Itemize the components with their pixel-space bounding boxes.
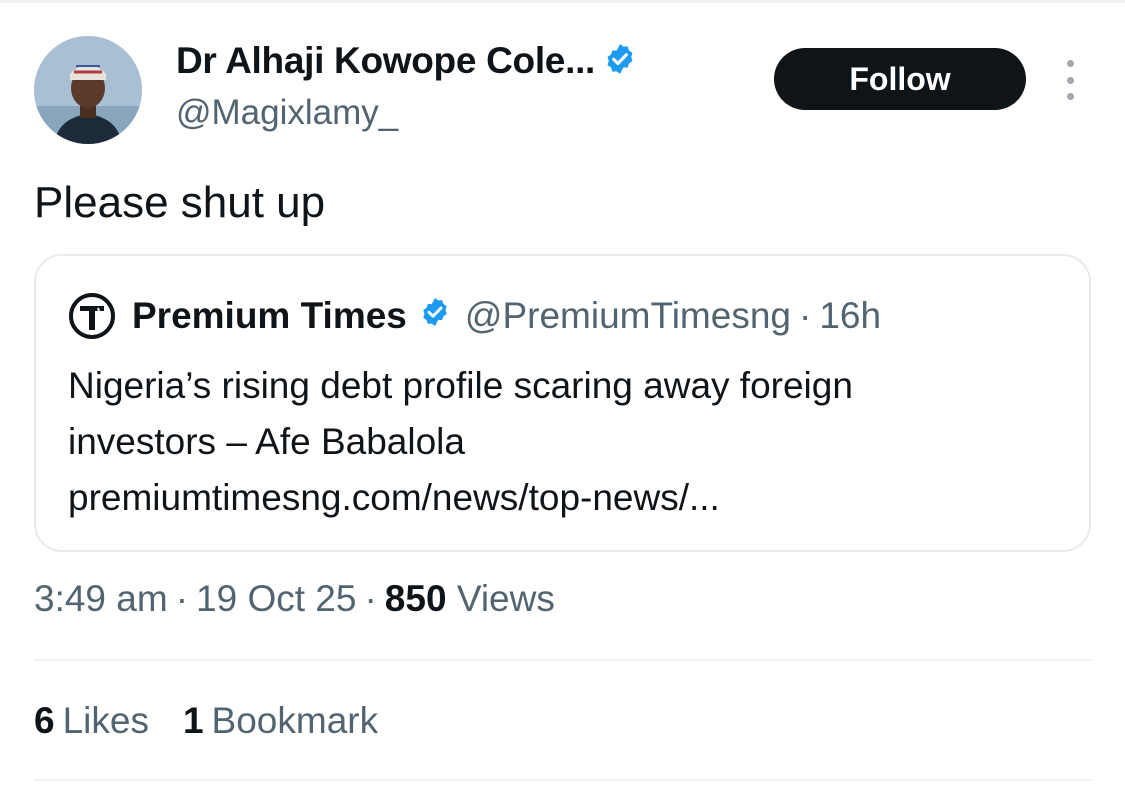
meta-separator: · <box>175 578 189 619</box>
top-divider <box>0 0 1125 3</box>
quote-header: Premium Times @PremiumTimesng · 16h <box>68 292 881 340</box>
quote-text-line-1: Nigeria’s rising debt profile scaring aw… <box>68 365 853 406</box>
quote-verified-badge-icon <box>419 295 451 337</box>
quote-author-name[interactable]: Premium Times <box>132 295 407 337</box>
more-vertical-icon[interactable] <box>1056 60 1084 100</box>
views-count: 850 <box>384 578 447 619</box>
quote-separator: · <box>798 295 812 336</box>
meta-separator: · <box>364 578 377 619</box>
quote-body: Nigeria’s rising debt profile scaring aw… <box>68 358 853 526</box>
divider <box>34 659 1091 661</box>
quoted-tweet-card[interactable]: Premium Times @PremiumTimesng · 16h Nige… <box>34 254 1091 552</box>
author-display-name[interactable]: Dr Alhaji Kowope Cole... <box>176 40 595 82</box>
engagement-stats: 6 Likes 1 Bookmark <box>34 700 412 742</box>
views-label: Views <box>456 578 555 619</box>
bookmarks-stat[interactable]: 1 Bookmark <box>183 700 378 742</box>
verified-badge-icon <box>603 42 637 81</box>
premium-times-logo-icon <box>68 292 116 340</box>
likes-count: 6 <box>34 700 55 741</box>
divider <box>34 779 1091 781</box>
more-dot <box>1066 60 1074 67</box>
more-dot <box>1066 93 1074 100</box>
tweet-text: Please shut up <box>34 178 326 227</box>
more-dot <box>1066 76 1074 84</box>
quote-timestamp[interactable]: 16h <box>819 295 881 337</box>
tweet-date[interactable]: 19 Oct 25 <box>196 578 356 619</box>
bookmarks-label: Bookmark <box>211 700 379 741</box>
quote-link-url[interactable]: premiumtimesng.com/news/top-news/... <box>68 470 853 526</box>
avatar[interactable] <box>34 36 142 144</box>
author-name-row: Dr Alhaji Kowope Cole... <box>176 40 637 82</box>
tweet-meta: 3:49 am · 19 Oct 25 · 850 Views <box>34 578 555 620</box>
likes-stat[interactable]: 6 Likes <box>34 700 149 742</box>
follow-button[interactable]: Follow <box>774 48 1026 110</box>
bookmarks-count: 1 <box>182 700 204 741</box>
tweet-time[interactable]: 3:49 am <box>34 578 168 619</box>
quote-text-line-2: investors – Afe Babalola <box>68 421 465 462</box>
author-handle[interactable]: @Magixlamy_ <box>176 93 398 133</box>
quote-author-handle[interactable]: @PremiumTimesng <box>465 295 791 337</box>
likes-label: Likes <box>62 700 149 741</box>
